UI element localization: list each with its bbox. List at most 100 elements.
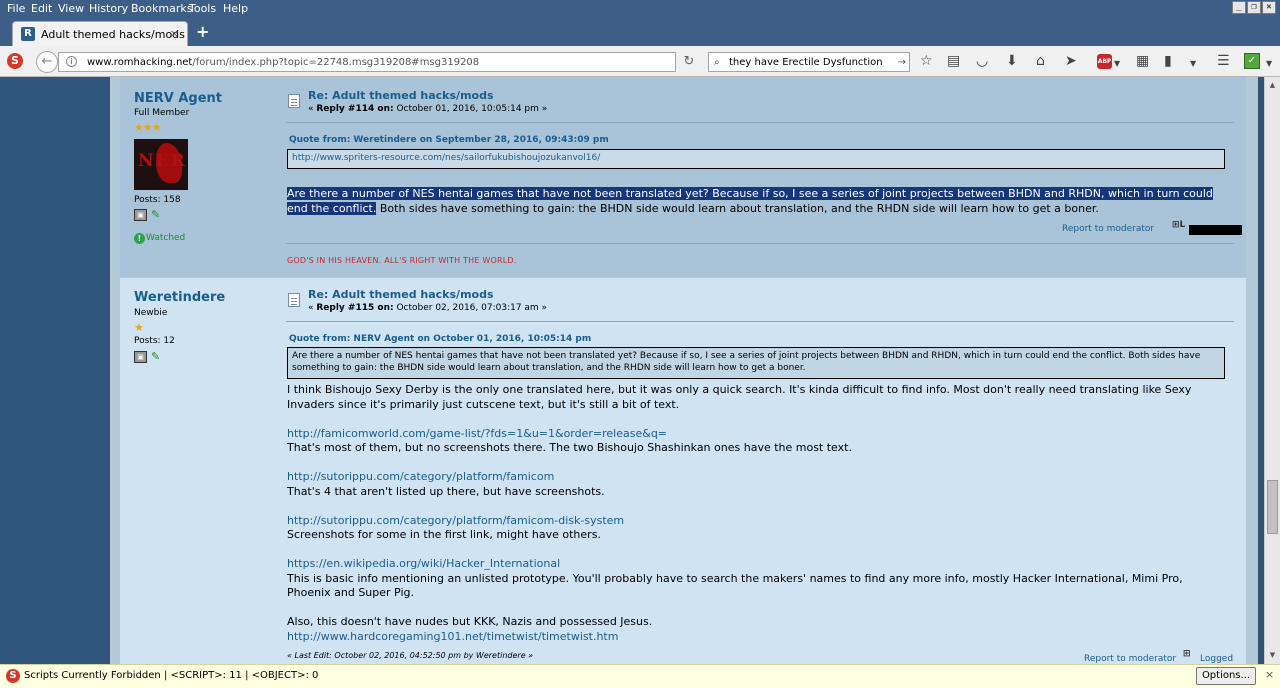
noscript-icon: S [6,669,20,683]
new-tab-button[interactable]: + [196,22,209,41]
profile-icon[interactable]: ▣ [134,209,147,221]
adblock-plus-icon[interactable]: ABP [1097,54,1112,69]
hardcoregaming-link[interactable]: http://www.hardcoregaming101.net/timetwi… [287,630,1227,645]
quote-header[interactable]: Quote from: Weretindere on September 28,… [289,135,609,145]
quote-text: Are there a number of NES hentai games t… [292,351,1201,373]
search-bar[interactable]: ⌕ they have Erectile Dysfunction → [708,52,910,72]
body-paragraph: This is basic info mentioning an unliste… [287,571,1183,600]
clipboard-icon[interactable]: ▮ [1164,54,1172,68]
search-icon: ⌕ [714,57,720,68]
extension-dropdown-icon[interactable]: ▼ [1266,57,1272,71]
divider [286,243,1234,244]
hamburger-menu-icon[interactable]: ☰ [1217,54,1230,68]
redacted-ip [1189,225,1242,235]
home-icon[interactable]: ⌂ [1036,54,1045,68]
minimize-icon[interactable]: _ [1232,1,1246,14]
menu-bookmarks[interactable]: Bookmarks [131,2,192,15]
tab-close-icon[interactable]: × [170,27,179,40]
close-window-icon[interactable]: ✕ [1262,1,1276,14]
message-icon[interactable]: ✎ [151,208,163,221]
post-author[interactable]: Weretindere [134,290,225,305]
ip-logged-icon: ⊞L [1172,220,1186,230]
watched-status: ! Watched [134,233,185,244]
scroll-down-icon[interactable]: ▼ [1267,649,1278,662]
body-paragraph: Screenshots for some in the first link, … [287,528,601,541]
close-notification-icon[interactable]: × [1265,668,1274,681]
options-button[interactable]: Options... [1196,667,1256,685]
bookmark-star-icon[interactable]: ☆ [920,54,933,68]
body-paragraph: I think Bishoujo Sexy Derby is the only … [287,383,1192,411]
url-bar[interactable]: i www.romhacking.net/forum/index.php?top… [58,52,676,72]
url-path: /forum/index.php?topic=22748.msg319208#m… [192,57,480,68]
report-to-moderator-link[interactable]: Report to moderator [1084,654,1176,664]
back-button[interactable]: ← [36,51,58,73]
adblock-dropdown-icon[interactable]: ▼ [1114,57,1120,71]
page-viewport: NERV Agent Full Member ★★★ NER Posts: 15… [0,77,1264,664]
reply-info: « Reply #115 on: October 02, 2016, 07:03… [308,303,547,313]
body-paragraph: That's 4 that aren't listed up there, bu… [287,484,605,498]
scroll-up-icon[interactable]: ▲ [1267,79,1278,92]
search-input[interactable]: they have Erectile Dysfunction [729,54,883,72]
extension-icon[interactable]: ✓ [1244,53,1260,69]
watched-icon: ! [134,233,145,244]
search-go-icon[interactable]: → [898,54,906,72]
reply-number[interactable]: Reply #115 on: [316,303,393,313]
post-subject[interactable]: Re: Adult themed hacks/mods [308,288,494,301]
menu-history[interactable]: History [89,2,128,15]
menu-tools[interactable]: Tools [189,2,216,15]
menu-bar: File Edit View History Bookmarks Tools H… [0,0,1280,18]
navigation-toolbar: S ← i www.romhacking.net/forum/index.php… [0,46,1280,77]
reply-date: October 01, 2016, 10:05:14 pm » [393,104,548,114]
avatar: NER [134,139,188,190]
reply-number[interactable]: Reply #114 on: [316,104,393,114]
sutorippu-famicom-link[interactable]: http://sutorippu.com/category/platform/f… [287,470,1227,485]
download-icon[interactable]: ⬇ [1006,54,1018,68]
report-to-moderator-link[interactable]: Report to moderator [1062,224,1154,234]
famicomworld-link[interactable]: http://famicomworld.com/game-list/?fds=1… [287,427,1227,442]
post-signature: GOD'S IN HIS HEAVEN. ALL'S RIGHT WITH TH… [287,256,517,265]
quote-header[interactable]: Quote from: NERV Agent on October 01, 20… [289,334,591,344]
pocket-icon[interactable]: ◡ [976,54,988,68]
reload-icon[interactable]: ↻ [678,52,700,72]
tab-adult-themed-hacks[interactable]: R Adult themed hacks/mods × [12,21,188,46]
post-document-icon [288,94,300,108]
post-author[interactable]: NERV Agent [134,91,222,106]
quote-block: http://www.spriters-resource.com/nes/sai… [287,149,1225,169]
author-rank: Newbie [134,308,168,318]
window-controls: _ ❐ ✕ [1232,1,1276,14]
send-icon[interactable]: ➤ [1065,54,1077,68]
menu-help[interactable]: Help [223,2,248,15]
romhacking-favicon-icon: R [21,27,35,41]
tab-bar: R Adult themed hacks/mods × + [0,18,1280,46]
tab-title: Adult themed hacks/mods [41,28,185,41]
sutorippu-fds-link[interactable]: http://sutorippu.com/category/platform/f… [287,514,1227,529]
menu-edit[interactable]: Edit [31,2,52,15]
post-body: Are there a number of NES hentai games t… [287,187,1227,216]
body-paragraph: Also, this doesn't have nudes but KKK, N… [287,615,653,628]
wikipedia-link[interactable]: https://en.wikipedia.org/wiki/Hacker_Int… [287,557,1227,572]
quote-link[interactable]: http://www.spriters-resource.com/nes/sai… [292,153,600,163]
profile-icon[interactable]: ▣ [134,351,147,363]
divider [286,321,1234,322]
url-text: www.romhacking.net/forum/index.php?topic… [87,54,479,72]
post-subject[interactable]: Re: Adult themed hacks/mods [308,89,494,102]
ip-logged-icon: ⊞ [1183,649,1191,659]
rank-stars-icon: ★★★ [134,121,162,134]
noscript-icon[interactable]: S [7,53,23,69]
noscript-notification-bar: S Scripts Currently Forbidden | <SCRIPT>… [0,664,1280,688]
menu-view[interactable]: View [58,2,84,15]
forum-thread: NERV Agent Full Member ★★★ NER Posts: 15… [110,77,1258,664]
menu-file[interactable]: File [7,2,25,15]
message-icon[interactable]: ✎ [151,350,163,363]
scrollbar-thumb[interactable] [1267,480,1278,534]
post-count: Posts: 12 [134,336,175,346]
screenshot-icon[interactable]: ▦ [1136,54,1149,68]
page-scrollbar[interactable]: ▲ ▼ [1264,77,1280,664]
url-host: www.romhacking.net [87,57,193,68]
restore-icon[interactable]: ❐ [1247,1,1261,14]
toolbar-dropdown-icon[interactable]: ▼ [1190,57,1196,71]
author-rank: Full Member [134,108,190,118]
site-info-icon[interactable]: i [66,56,77,67]
reading-list-icon[interactable]: ▤ [947,54,960,68]
reply-date: October 02, 2016, 07:03:17 am » [393,303,548,313]
